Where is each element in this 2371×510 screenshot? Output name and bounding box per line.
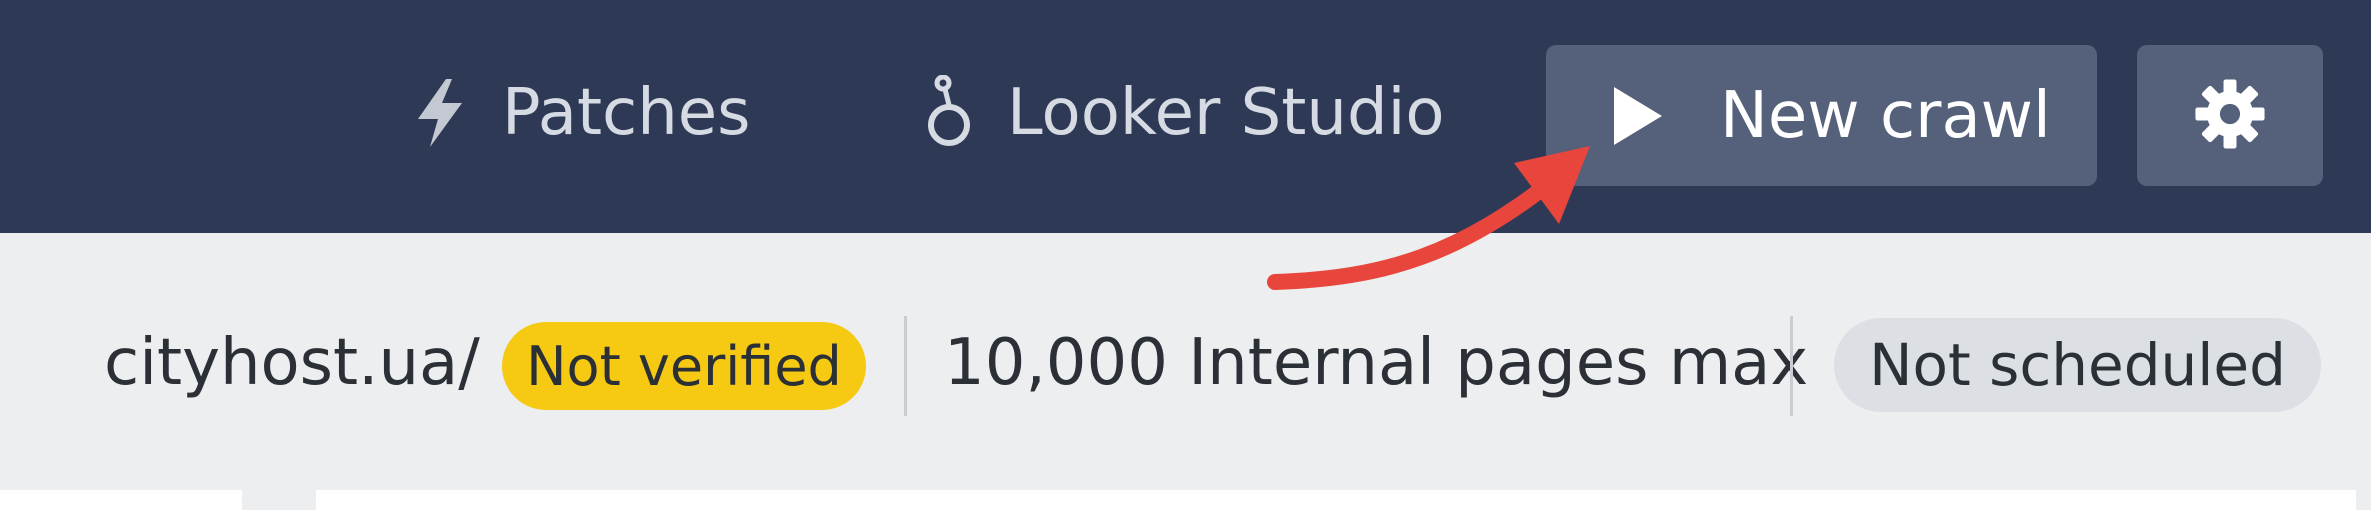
settings-button[interactable] [2137, 45, 2323, 186]
divider [1790, 316, 1793, 416]
gear-icon [2194, 78, 2266, 154]
left-panel-edge [0, 490, 242, 510]
lightning-bolt-icon [412, 77, 468, 149]
looker-studio-link[interactable]: Looker Studio [923, 38, 1445, 188]
project-info-bar: cityhost.ua/ Not verified 10,000 Interna… [0, 300, 2371, 430]
top-navigation-bar: Patches Looker Studio New crawl [0, 0, 2371, 233]
schedule-status-badge[interactable]: Not scheduled [1834, 318, 2321, 412]
looker-studio-label: Looker Studio [1007, 76, 1445, 150]
looker-studio-icon [923, 75, 973, 151]
play-icon [1612, 85, 1664, 147]
new-crawl-label: New crawl [1720, 78, 2051, 153]
patches-link[interactable]: Patches [412, 38, 751, 188]
main-panel-edge [316, 490, 2356, 510]
pages-limit-text: 10,000 Internal pages max [944, 326, 1809, 400]
verification-status-badge[interactable]: Not verified [502, 322, 866, 410]
divider [904, 316, 907, 416]
patches-label: Patches [502, 76, 751, 150]
new-crawl-button[interactable]: New crawl [1546, 45, 2097, 186]
project-domain[interactable]: cityhost.ua/ [104, 326, 480, 400]
